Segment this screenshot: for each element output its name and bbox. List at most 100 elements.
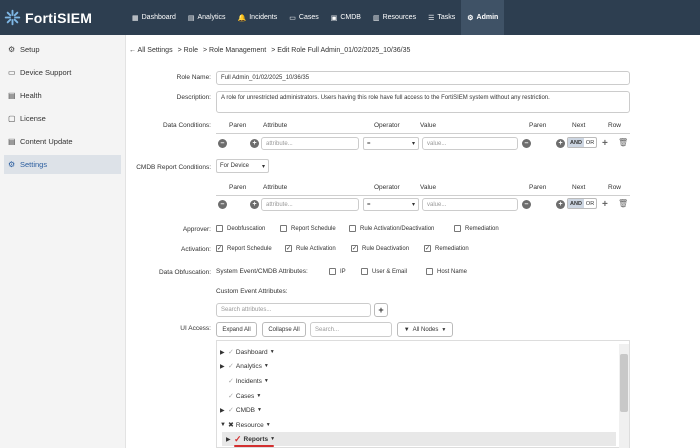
nav-cases[interactable]: ▭ Cases xyxy=(283,0,324,35)
caret-down-icon[interactable]: ▼ xyxy=(270,436,275,442)
sidebar-item-device-support[interactable]: ▭ Device Support xyxy=(4,63,121,82)
checkbox-box[interactable] xyxy=(454,225,461,232)
caret-down-icon[interactable]: ▼ xyxy=(264,363,269,369)
activation-rule-activation-checkbox[interactable]: ✓ Rule Activation xyxy=(285,245,336,252)
checkmark-icon[interactable]: ✓ xyxy=(216,245,223,252)
nav-dashboard[interactable]: ▦ Dashboard xyxy=(126,0,182,35)
caret-down-icon[interactable]: ▼ xyxy=(270,349,275,355)
checkbox-box[interactable] xyxy=(329,268,336,275)
activation-remediation-checkbox[interactable]: ✓ Remediation xyxy=(424,245,469,252)
check-icon[interactable]: ✓ xyxy=(234,434,242,445)
checkbox-box[interactable] xyxy=(361,268,368,275)
expand-arrow-icon[interactable]: ▶ xyxy=(220,407,228,414)
add-open-paren-icon[interactable]: + xyxy=(250,200,259,209)
expand-all-button[interactable]: Expand All xyxy=(216,322,257,337)
remove-close-paren-icon[interactable]: – xyxy=(522,139,531,148)
expand-arrow-icon[interactable]: ▶ xyxy=(220,349,228,356)
data-and-or-toggle[interactable]: AND OR xyxy=(567,137,598,148)
cmdb-and-or-toggle[interactable]: AND OR xyxy=(567,198,598,209)
or-option[interactable]: OR xyxy=(584,199,596,208)
cmdb-for-device-select[interactable]: For Device ▾ xyxy=(216,159,269,173)
add-close-paren-icon[interactable]: + xyxy=(556,139,565,148)
add-open-paren-icon[interactable]: + xyxy=(250,139,259,148)
checkbox-box[interactable] xyxy=(280,225,287,232)
nav-incidents[interactable]: 🔔 Incidents xyxy=(232,0,284,35)
all-nodes-filter-button[interactable]: ▼ All Nodes ▼ xyxy=(397,322,453,337)
trash-icon[interactable]: 🗑 xyxy=(618,199,628,208)
tree-node-cmdb[interactable]: ▶ ✓ CMDB ▼ xyxy=(220,404,262,416)
collapse-arrow-icon[interactable]: ▼ xyxy=(220,422,228,428)
data-value-input[interactable]: value... xyxy=(422,137,518,150)
breadcrumb-back-link[interactable]: ← All Settings xyxy=(129,47,173,54)
tree-node-analytics[interactable]: ▶ ✓ Analytics ▼ xyxy=(220,360,269,372)
check-icon[interactable]: ✓ xyxy=(228,348,234,356)
ui-search-input[interactable]: Search... xyxy=(310,322,392,337)
activation-rule-deactivation-checkbox[interactable]: ✓ Rule Deactivation xyxy=(351,245,409,252)
tree-node-reports[interactable]: ▶ ✓ Reports ▼ xyxy=(226,433,275,445)
tree-node-incidents[interactable]: ✓ Incidents ▼ xyxy=(220,375,269,387)
and-option[interactable]: AND xyxy=(568,199,584,208)
add-attribute-button[interactable]: + xyxy=(374,303,388,317)
search-attributes-input[interactable]: Search attributes... xyxy=(216,303,371,317)
remove-open-paren-icon[interactable]: – xyxy=(218,139,227,148)
add-close-paren-icon[interactable]: + xyxy=(556,200,565,209)
approver-rule-activation-checkbox[interactable]: Rule Activation/Deactivation xyxy=(349,225,434,232)
data-operator-select[interactable]: = ▾ xyxy=(363,137,419,150)
breadcrumb-role-management[interactable]: > Role Management xyxy=(203,47,266,54)
sidebar-item-license[interactable]: ▢ License xyxy=(4,109,121,128)
obfuscation-host-name-checkbox[interactable]: Host Name xyxy=(426,268,467,275)
activation-report-schedule-checkbox[interactable]: ✓ Report Schedule xyxy=(216,245,272,252)
check-icon[interactable]: ✓ xyxy=(228,362,234,370)
checkmark-icon[interactable]: ✓ xyxy=(351,245,358,252)
sidebar-item-setup[interactable]: ⚙ Setup xyxy=(4,40,121,59)
tree-node-dashboard[interactable]: ▶ ✓ Dashboard ▼ xyxy=(220,346,275,358)
checkbox-box[interactable] xyxy=(426,268,433,275)
expand-arrow-icon[interactable]: ▶ xyxy=(220,363,228,370)
check-icon[interactable]: ✓ xyxy=(228,406,234,414)
fortisiem-logo[interactable]: FortiSIEM xyxy=(0,9,126,26)
cmdb-operator-select[interactable]: = ▾ xyxy=(363,198,419,211)
description-textarea[interactable]: A role for unrestricted administrators. … xyxy=(216,91,630,113)
or-option[interactable]: OR xyxy=(584,138,596,147)
cmdb-attribute-input[interactable]: attribute... xyxy=(261,198,359,211)
nav-cmdb[interactable]: ▣ CMDB xyxy=(325,0,367,35)
approver-remediation-checkbox[interactable]: Remediation xyxy=(454,225,499,232)
nav-analytics[interactable]: ▤ Analytics xyxy=(182,0,232,35)
remove-close-paren-icon[interactable]: – xyxy=(522,200,531,209)
role-name-input[interactable]: Full Admin_01/02/2025_10/36/35 xyxy=(216,71,630,85)
obfuscation-ip-checkbox[interactable]: IP xyxy=(329,268,346,275)
approver-report-schedule-checkbox[interactable]: Report Schedule xyxy=(280,225,336,232)
nav-tasks[interactable]: ☰ Tasks xyxy=(422,0,461,35)
obfuscation-user-email-checkbox[interactable]: User & Email xyxy=(361,268,407,275)
breadcrumb-role[interactable]: > Role xyxy=(178,47,198,54)
caret-down-icon[interactable]: ▼ xyxy=(257,407,262,413)
checkmark-icon[interactable]: ✓ xyxy=(424,245,431,252)
caret-down-icon[interactable]: ▼ xyxy=(264,378,269,384)
expand-arrow-icon[interactable]: ▶ xyxy=(226,436,234,443)
caret-down-icon[interactable]: ▼ xyxy=(266,422,271,428)
checkbox-box[interactable] xyxy=(216,225,223,232)
data-attribute-input[interactable]: attribute... xyxy=(261,137,359,150)
tree-node-resource[interactable]: ▼ ✖ Resource ▼ xyxy=(220,419,271,431)
and-option[interactable]: AND xyxy=(568,138,584,147)
tree-node-cases[interactable]: ✓ Cases ▼ xyxy=(220,390,261,402)
add-row-icon[interactable]: + xyxy=(602,139,608,149)
collapse-all-button[interactable]: Collapse All xyxy=(262,322,306,337)
add-row-icon[interactable]: + xyxy=(602,200,608,210)
remove-open-paren-icon[interactable]: – xyxy=(218,200,227,209)
sidebar-item-settings[interactable]: ⚙ Settings xyxy=(4,155,121,174)
trash-icon[interactable]: 🗑 xyxy=(618,138,628,147)
checkbox-box[interactable] xyxy=(349,225,356,232)
cross-icon[interactable]: ✖ xyxy=(228,421,234,429)
tree-scrollbar-thumb[interactable] xyxy=(620,354,628,412)
caret-down-icon[interactable]: ▼ xyxy=(256,393,261,399)
check-icon[interactable]: ✓ xyxy=(228,392,234,400)
check-icon[interactable]: ✓ xyxy=(228,377,234,385)
nav-resources[interactable]: ▥ Resources xyxy=(367,0,422,35)
checkmark-icon[interactable]: ✓ xyxy=(285,245,292,252)
cmdb-value-input[interactable]: value... xyxy=(422,198,518,211)
approver-deobfuscation-checkbox[interactable]: Deobfuscation xyxy=(216,225,265,232)
nav-admin[interactable]: ⚙ Admin xyxy=(461,0,505,35)
sidebar-item-health[interactable]: ▤ Health xyxy=(4,86,121,105)
sidebar-item-content-update[interactable]: ▤ Content Update xyxy=(4,132,121,151)
